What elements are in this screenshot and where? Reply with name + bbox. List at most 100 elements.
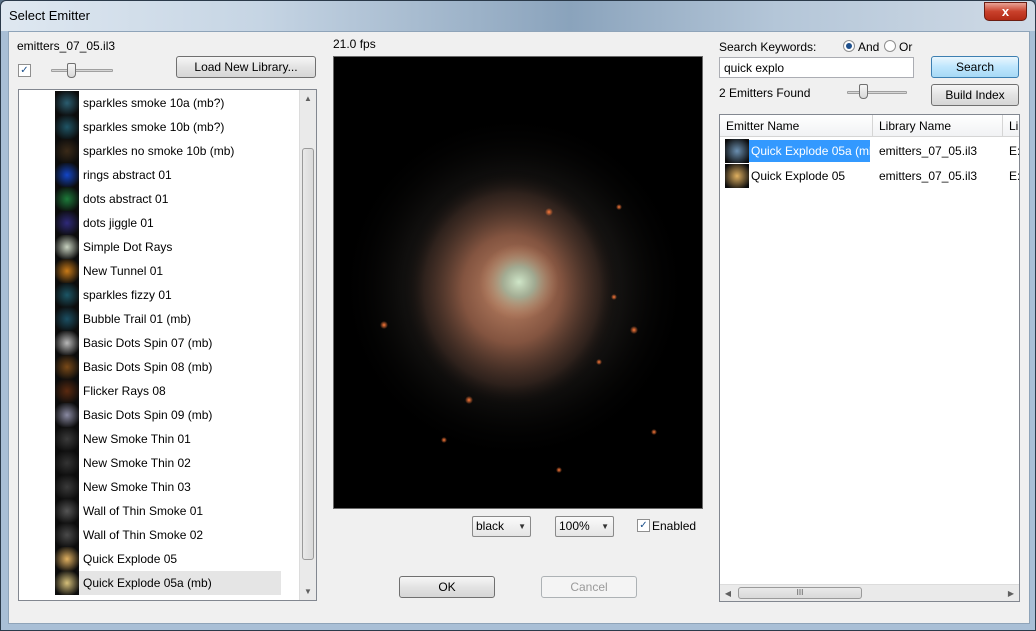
emitter-thumbnail (55, 115, 79, 139)
emitter-thumbnail (55, 451, 79, 475)
enabled-checkbox[interactable]: ✓ (637, 519, 650, 532)
close-button[interactable]: x (984, 2, 1027, 21)
list-item[interactable]: New Smoke Thin 02 (55, 451, 281, 475)
list-item[interactable]: New Tunnel 01 (55, 259, 281, 283)
enabled-label: Enabled (652, 519, 697, 533)
list-item[interactable]: sparkles smoke 10a (mb?) (55, 91, 281, 115)
list-item-label: Basic Dots Spin 07 (mb) (83, 336, 213, 350)
result-library-path: E: (1009, 169, 1020, 183)
list-item[interactable]: Basic Dots Spin 09 (mb) (55, 403, 281, 427)
list-item[interactable]: Bubble Trail 01 (mb) (55, 307, 281, 331)
table-row[interactable]: Quick Explode 05 emitters_07_05.il3 E: (720, 163, 1020, 189)
list-item-label: Wall of Thin Smoke 02 (83, 528, 204, 542)
search-button[interactable]: Search (931, 56, 1019, 78)
list-item[interactable]: Wall of Thin Smoke 01 (55, 499, 281, 523)
list-item[interactable]: Simple Dot Rays (55, 235, 281, 259)
window-title: Select Emitter (9, 8, 90, 23)
list-item[interactable]: New Smoke Thin 01 (55, 427, 281, 451)
list-item[interactable]: New Smoke Thin 03 (55, 475, 281, 499)
result-library-name: emitters_07_05.il3 (879, 144, 978, 158)
and-label: And (858, 40, 880, 54)
list-item-label: rings abstract 01 (83, 168, 172, 182)
h-scroll-thumb[interactable]: III (738, 587, 862, 599)
list-item-label: New Smoke Thin 03 (83, 480, 191, 494)
list-item-label: Wall of Thin Smoke 01 (83, 504, 204, 518)
explosion-preview-image (339, 112, 689, 473)
emitter-thumbnail (55, 139, 79, 163)
emitter-thumbnail (55, 91, 79, 115)
list-item[interactable]: sparkles no smoke 10b (mb) (55, 139, 281, 163)
emitter-thumbnail (55, 403, 79, 427)
result-library-path: E: (1009, 144, 1020, 158)
emitter-thumbnail (55, 211, 79, 235)
title-bar[interactable]: Select Emitter x (1, 1, 1035, 31)
emitter-thumbnail (55, 427, 79, 451)
zoom-select[interactable]: 100% ▼ (555, 516, 614, 537)
list-item-label: New Smoke Thin 02 (83, 456, 191, 470)
ok-button[interactable]: OK (399, 576, 495, 598)
select-emitter-dialog: Select Emitter x emitters_07_05.il3 ✓ Lo… (0, 0, 1036, 631)
list-item[interactable]: sparkles fizzy 01 (55, 283, 281, 307)
emitter-list[interactable]: sparkles smoke 10a (mb?) sparkles smoke 1… (18, 89, 317, 601)
emitter-thumbnail (55, 379, 79, 403)
emitter-thumbnail (55, 235, 79, 259)
list-item-label: sparkles fizzy 01 (83, 288, 172, 302)
list-item[interactable]: Quick Explode 05 (55, 547, 281, 571)
search-input[interactable] (719, 57, 914, 78)
list-item-label: dots abstract 01 (83, 192, 169, 206)
scroll-up-icon[interactable]: ▲ (300, 90, 316, 107)
emitter-thumbnail (55, 283, 79, 307)
cancel-button[interactable]: Cancel (541, 576, 637, 598)
list-item-label: Bubble Trail 01 (mb) (83, 312, 192, 326)
list-item[interactable]: dots abstract 01 (55, 187, 281, 211)
column-header-library-path[interactable]: Lil (1003, 115, 1019, 137)
list-item-label: Basic Dots Spin 09 (mb) (83, 408, 213, 422)
emitter-thumbnail (55, 163, 79, 187)
and-radio[interactable] (843, 40, 855, 52)
list-item[interactable]: Wall of Thin Smoke 02 (55, 523, 281, 547)
list-item[interactable]: Basic Dots Spin 07 (mb) (55, 331, 281, 355)
emitter-thumbnail (55, 475, 79, 499)
result-size-slider-thumb[interactable] (859, 84, 868, 99)
column-header-library-name[interactable]: Library Name (873, 115, 1003, 137)
emitter-list-scrollbar[interactable]: ▲ ▼ (299, 90, 316, 600)
scroll-down-icon[interactable]: ▼ (300, 583, 316, 600)
zoom-value: 100% (559, 519, 590, 533)
emitter-preview[interactable] (333, 56, 703, 509)
list-item-label: New Smoke Thin 01 (83, 432, 191, 446)
result-emitter-name: Quick Explode 05 (751, 169, 846, 183)
results-horizontal-scrollbar[interactable]: ◀ III ▶ (720, 584, 1019, 601)
list-item[interactable]: Quick Explode 05a (mb) (55, 571, 281, 595)
thumbnail-size-slider-track[interactable] (51, 69, 113, 72)
list-item[interactable]: Basic Dots Spin 08 (mb) (55, 355, 281, 379)
scroll-left-icon[interactable]: ◀ (720, 585, 736, 601)
load-new-library-button[interactable]: Load New Library... (176, 56, 316, 78)
emitter-thumbnail (725, 139, 749, 163)
show-thumbnails-checkbox[interactable]: ✓ (18, 64, 31, 77)
scroll-thumb[interactable] (302, 148, 314, 560)
build-index-button[interactable]: Build Index (931, 84, 1019, 106)
list-item[interactable]: Flicker Rays 08 (55, 379, 281, 403)
or-radio[interactable] (884, 40, 896, 52)
scroll-right-icon[interactable]: ▶ (1003, 585, 1019, 601)
emitter-thumbnail (55, 307, 79, 331)
search-results-table[interactable]: Emitter Name Library Name Lil Quick Expl… (719, 114, 1020, 602)
thumbnail-size-slider-thumb[interactable] (67, 63, 76, 78)
list-item[interactable]: dots jiggle 01 (55, 211, 281, 235)
list-item-label: Simple Dot Rays (83, 240, 173, 254)
background-color-select[interactable]: black ▼ (472, 516, 531, 537)
close-icon: x (1001, 4, 1010, 19)
result-library-name: emitters_07_05.il3 (879, 169, 978, 183)
list-item-label: sparkles smoke 10a (mb?) (83, 96, 225, 110)
or-label: Or (899, 40, 913, 54)
result-size-slider-track[interactable] (847, 91, 907, 94)
search-keywords-label: Search Keywords: (719, 40, 817, 54)
list-item-label: sparkles smoke 10b (mb?) (83, 120, 225, 134)
column-header-emitter-name[interactable]: Emitter Name (720, 115, 873, 137)
table-row[interactable]: Quick Explode 05a (mb) emitters_07_05.il3… (720, 138, 1020, 164)
fps-readout: 21.0 fps (333, 37, 376, 51)
emitter-thumbnail (55, 355, 79, 379)
list-item[interactable]: sparkles smoke 10b (mb?) (55, 115, 281, 139)
list-item-label: dots jiggle 01 (83, 216, 154, 230)
list-item[interactable]: rings abstract 01 (55, 163, 281, 187)
